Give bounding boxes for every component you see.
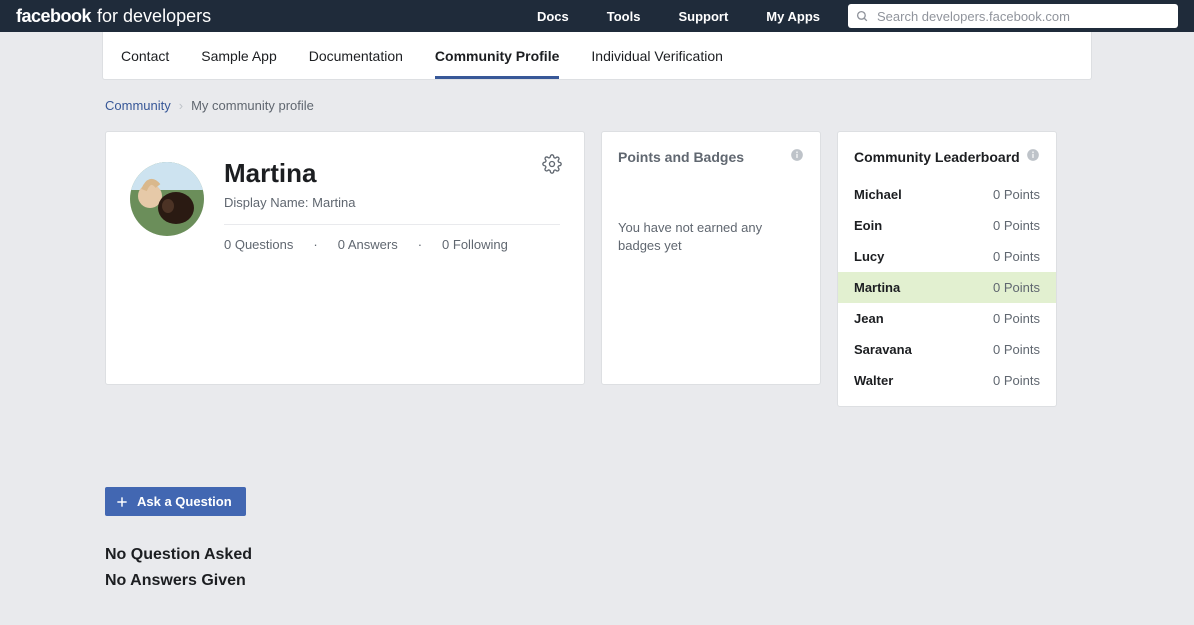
leaderboard-title: Community Leaderboard	[854, 149, 1020, 165]
tab-contact[interactable]: Contact	[121, 32, 169, 79]
leaderboard-list: Michael0 PointsEoin0 PointsLucy0 PointsM…	[838, 179, 1056, 396]
leaderboard-row[interactable]: Martina 0 Points	[838, 272, 1056, 303]
leaderboard-row[interactable]: Michael 0 Points	[838, 179, 1056, 210]
nav-support[interactable]: Support	[678, 9, 728, 24]
points-title: Points and Badges	[618, 149, 744, 165]
leaderboard-name: Eoin	[854, 218, 882, 233]
profile-display-name: Display Name: Martina	[224, 195, 560, 210]
breadcrumb-current: My community profile	[191, 98, 314, 113]
leaderboard-name: Saravana	[854, 342, 912, 357]
profile-stats: 0 Questions · 0 Answers · 0 Following	[224, 237, 560, 252]
info-icon[interactable]	[1026, 148, 1040, 165]
stat-answers: 0 Answers	[338, 237, 398, 252]
breadcrumb-root[interactable]: Community	[105, 98, 171, 113]
points-message: You have not earned any badges yet	[618, 219, 804, 255]
gear-icon[interactable]	[542, 154, 562, 179]
ask-question-label: Ask a Question	[137, 494, 232, 509]
profile-name: Martina	[224, 158, 560, 189]
breadcrumb: Community › My community profile	[97, 98, 1097, 113]
leaderboard-name: Martina	[854, 280, 900, 295]
tab-community-profile[interactable]: Community Profile	[435, 32, 559, 79]
divider	[224, 224, 560, 225]
points-card: Points and Badges You have not earned an…	[601, 131, 821, 385]
nav-tools[interactable]: Tools	[607, 9, 641, 24]
leaderboard-row[interactable]: Eoin 0 Points	[838, 210, 1056, 241]
tab-documentation[interactable]: Documentation	[309, 32, 403, 79]
stat-following: 0 Following	[442, 237, 508, 252]
nav-docs[interactable]: Docs	[537, 9, 569, 24]
nav-my-apps[interactable]: My Apps	[766, 9, 820, 24]
brand-facebook: facebook	[16, 6, 91, 27]
brand: facebook for developers	[16, 6, 211, 27]
tab-individual-verification[interactable]: Individual Verification	[591, 32, 723, 79]
dot-separator: ·	[418, 237, 422, 252]
main-row: Martina Display Name: Martina 0 Question…	[97, 131, 1097, 407]
leaderboard-row[interactable]: Saravana 0 Points	[838, 334, 1056, 365]
profile-info: Martina Display Name: Martina 0 Question…	[224, 158, 560, 252]
leaderboard-points: 0 Points	[993, 280, 1040, 295]
avatar	[130, 162, 204, 236]
plus-icon	[115, 495, 129, 509]
top-nav: facebook for developers Docs Tools Suppo…	[0, 0, 1194, 32]
leaderboard-points: 0 Points	[993, 311, 1040, 326]
stat-questions: 0 Questions	[224, 237, 293, 252]
ask-question-button[interactable]: Ask a Question	[105, 487, 246, 516]
leaderboard-points: 0 Points	[993, 342, 1040, 357]
leaderboard-points: 0 Points	[993, 249, 1040, 264]
dot-separator: ·	[313, 237, 317, 252]
search-wrap[interactable]	[848, 4, 1178, 28]
leaderboard-name: Walter	[854, 373, 893, 388]
leaderboard-card: Community Leaderboard Michael0 PointsEoi…	[837, 131, 1057, 407]
leaderboard-name: Lucy	[854, 249, 884, 264]
no-questions-text: No Question Asked	[105, 546, 1089, 564]
leaderboard-row[interactable]: Walter 0 Points	[838, 365, 1056, 396]
top-nav-links: Docs Tools Support My Apps	[537, 9, 820, 24]
leaderboard-points: 0 Points	[993, 218, 1040, 233]
secondary-nav: Contact Sample App Documentation Community …	[102, 32, 1092, 80]
no-answers-text: No Answers Given	[105, 572, 1089, 590]
tab-sample-app[interactable]: Sample App	[201, 32, 277, 79]
brand-developers: for developers	[97, 6, 211, 27]
search-input[interactable]	[877, 9, 1170, 24]
leaderboard-name: Michael	[854, 187, 902, 202]
leaderboard-points: 0 Points	[993, 373, 1040, 388]
leaderboard-name: Jean	[854, 311, 884, 326]
info-icon[interactable]	[790, 148, 804, 165]
leaderboard-points: 0 Points	[993, 187, 1040, 202]
leaderboard-row[interactable]: Lucy 0 Points	[838, 241, 1056, 272]
search-icon	[856, 10, 869, 23]
leaderboard-row[interactable]: Jean 0 Points	[838, 303, 1056, 334]
profile-card: Martina Display Name: Martina 0 Question…	[105, 131, 585, 385]
chevron-right-icon: ›	[179, 98, 183, 113]
questions-section: Ask a Question No Question Asked No Answ…	[97, 487, 1097, 590]
